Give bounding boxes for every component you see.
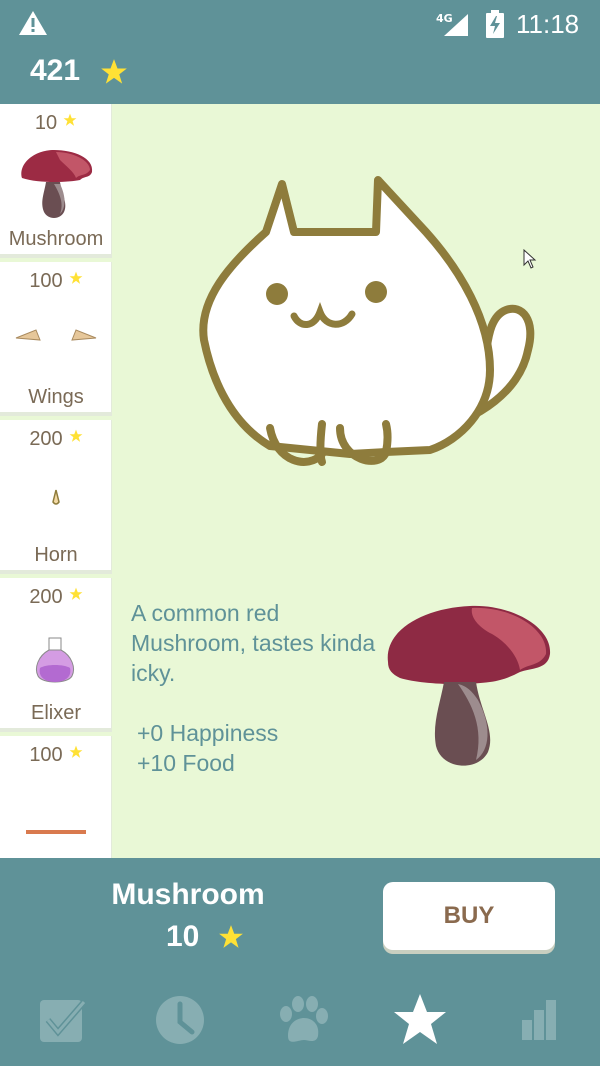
buy-button[interactable]: BUY <box>383 882 555 950</box>
item-price: 200 <box>0 586 112 609</box>
shop-item-stick[interactable]: 100 <box>0 736 112 858</box>
star-icon <box>63 113 77 126</box>
item-name: Elixer <box>30 702 81 724</box>
item-price: 200 <box>0 428 112 451</box>
item-price: 100 <box>0 744 112 767</box>
shop-item-wings[interactable]: 100 Wings <box>0 262 112 416</box>
price-value: 100 <box>29 744 63 766</box>
shop-item-list[interactable]: 10 Mushroom 100 Wings 200 Horn 200 Elixe… <box>0 104 112 858</box>
nav-item-tasks[interactable] <box>32 992 92 1048</box>
nav-item-history[interactable] <box>150 992 210 1048</box>
nav-item-stats[interactable] <box>512 992 572 1048</box>
star-icon <box>394 994 446 1044</box>
food-stat: +10 Food <box>137 750 235 776</box>
wings-icon <box>15 329 97 341</box>
item-price: 10 <box>0 112 112 135</box>
mushroom-icon <box>21 150 93 218</box>
item-name: Horn <box>34 544 78 566</box>
selected-item-name: Mushroom <box>111 878 265 911</box>
nav-item-shop[interactable] <box>390 992 450 1048</box>
price-value: 200 <box>29 586 63 608</box>
potion-icon <box>35 637 75 683</box>
item-name: Wings <box>28 386 84 408</box>
item-name: Mushroom <box>8 228 104 250</box>
shop-item-horn[interactable]: 200 Horn <box>0 420 112 574</box>
signal-icon <box>444 14 468 36</box>
horn-icon <box>52 489 60 505</box>
bar-chart-icon <box>522 1000 556 1040</box>
star-icon <box>219 925 243 948</box>
item-stats: +0 Happiness +10 Food <box>137 718 278 778</box>
status-bar: 4G 11:18 <box>0 0 600 48</box>
shop-item-mushroom[interactable]: 10 Mushroom <box>0 104 112 258</box>
item-price: 100 <box>0 270 112 293</box>
purchase-bar: Mushroom 10 BUY <box>0 858 600 976</box>
star-icon <box>69 429 83 442</box>
clock-time: 11:18 <box>516 9 580 39</box>
happiness-stat: +0 Happiness <box>137 720 279 746</box>
mouse-cursor <box>523 249 537 269</box>
cat-pet-illustration[interactable] <box>190 170 540 490</box>
paw-icon <box>280 996 328 1042</box>
star-icon <box>101 59 127 84</box>
star-icon <box>69 271 83 284</box>
stick-icon <box>26 830 86 834</box>
battery-charging-icon <box>486 10 504 38</box>
item-description: A common red Mushroom, tastes kinda icky… <box>131 600 376 686</box>
mushroom-icon <box>387 605 551 766</box>
nav-item-pet[interactable] <box>272 992 332 1048</box>
app-header: 421 <box>0 48 600 104</box>
star-icon <box>69 745 83 758</box>
bottom-navigation <box>0 976 600 1066</box>
selected-item-price: 10 <box>166 920 200 953</box>
coin-balance: 421 <box>30 54 81 87</box>
clock-icon <box>156 996 204 1044</box>
warning-icon <box>19 11 47 35</box>
price-value: 100 <box>29 270 63 292</box>
price-value: 200 <box>29 428 63 450</box>
checkbox-icon <box>40 1000 87 1042</box>
shop-item-elixer[interactable]: 200 Elixer <box>0 578 112 732</box>
price-value: 10 <box>34 112 58 134</box>
star-icon <box>69 587 83 600</box>
